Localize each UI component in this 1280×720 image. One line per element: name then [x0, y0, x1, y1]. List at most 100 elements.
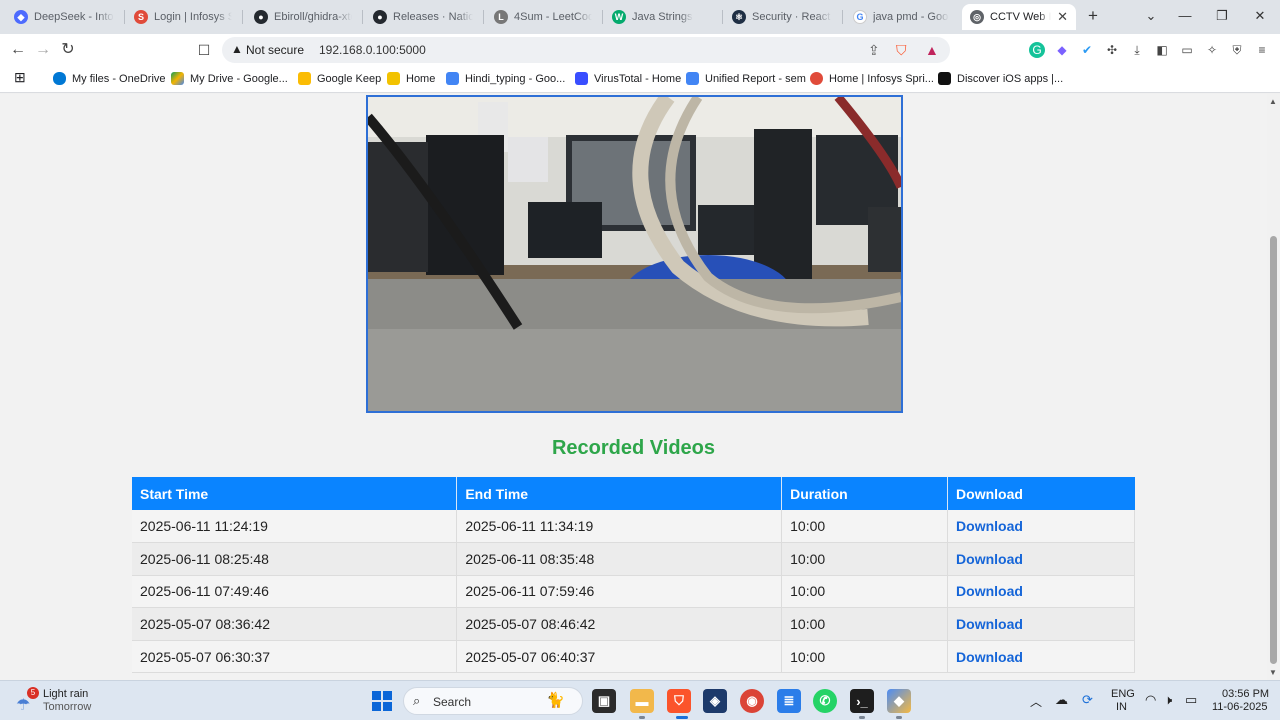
bookmark-icon[interactable]: ☐ [194, 40, 214, 60]
download-link[interactable]: Download [956, 518, 1023, 534]
tab-releases[interactable]: ● Releases · Nationa [365, 4, 481, 30]
docs-icon [686, 72, 699, 85]
task-view-icon[interactable]: ▣ [592, 689, 616, 713]
app-launcher-icon[interactable]: ◆ [887, 689, 911, 713]
download-link[interactable]: Download [956, 616, 1023, 632]
bookmark-infosys-home[interactable]: Home | Infosys Spri... [810, 72, 934, 85]
tab-java-pmd[interactable]: G java pmd - Googl [845, 4, 957, 30]
start-time-cell: 2025-06-11 11:24:19 [132, 510, 458, 544]
back-icon[interactable]: ← [8, 40, 28, 60]
language-line-2[interactable]: IN [1116, 701, 1127, 713]
clock-time[interactable]: 03:56 PM [1222, 688, 1269, 700]
camera-frame-image [368, 97, 901, 411]
wallet-icon[interactable]: ▭ [1179, 42, 1195, 58]
share-icon[interactable]: ⇪ [868, 42, 880, 59]
w3schools-icon: W [612, 10, 626, 24]
clock-date[interactable]: 11-06-2025 [1212, 701, 1267, 713]
page-scrollbar[interactable]: ▲ ▼ [1267, 94, 1280, 680]
umbrella-icon: ☂ [16, 697, 31, 714]
address-bar[interactable]: ▲ Not secure 192.168.0.100:5000 ⇪ ⛉ ▲ [222, 37, 950, 63]
tab-java-strings[interactable]: W Java Strings [604, 4, 720, 30]
tab-label: DeepSeek - Into t [34, 11, 114, 23]
terminal-icon[interactable]: ›_ [850, 689, 874, 713]
scroll-thumb[interactable] [1270, 236, 1277, 664]
download-icon[interactable]: ⤓ [1129, 42, 1145, 58]
duration-cell: 10:00 [781, 575, 949, 609]
start-time-cell: 2025-05-07 06:30:37 [132, 640, 458, 674]
weather-widget[interactable]: ☂ 5 Light rain Tomorrow [12, 687, 122, 715]
react-native-icon: ⚛ [732, 10, 746, 24]
start-button[interactable] [370, 689, 394, 713]
bookmark-google-keep[interactable]: Google Keep [298, 72, 381, 85]
leo-ai-icon[interactable]: ✧ [1204, 42, 1220, 58]
windows-logo-icon [372, 691, 392, 711]
language-line-1[interactable]: ENG [1111, 688, 1135, 700]
bookmark-virustotal[interactable]: VirusTotal - Home [575, 72, 681, 85]
sync-icon[interactable]: ⟳ [1082, 692, 1093, 708]
scroll-down-icon[interactable]: ▼ [1269, 668, 1277, 677]
tab-label: 4Sum - LeetCode [514, 11, 592, 23]
scroll-up-icon[interactable]: ▲ [1269, 97, 1277, 106]
download-link[interactable]: Download [956, 583, 1023, 599]
chrome-icon[interactable]: ◉ [740, 689, 764, 713]
forward-icon[interactable]: → [33, 40, 53, 60]
close-tab-icon[interactable]: ✕ [1057, 9, 1068, 25]
onedrive-icon [53, 72, 66, 85]
bookmark-google-drive[interactable]: My Drive - Google... [171, 72, 288, 85]
notepad-icon[interactable]: ≣ [777, 689, 801, 713]
extensions-icon[interactable]: ✣ [1104, 42, 1120, 58]
restore-button[interactable]: ❐ [1210, 6, 1234, 26]
extension-check-icon[interactable]: ✔ [1079, 42, 1095, 58]
bookmarks-bar: ⊞ My files - OneDrive My Drive - Google.… [0, 66, 1280, 93]
start-time-cell: 2025-06-11 08:25:48 [132, 542, 458, 576]
brave-browser-icon[interactable]: ⛉ [667, 689, 691, 713]
vpn-icon[interactable]: ⛨ [1229, 42, 1245, 58]
reload-icon[interactable]: ↻ [58, 40, 78, 60]
tab-leetcode[interactable]: L 4Sum - LeetCode [486, 4, 600, 30]
tab-search-button[interactable]: ⌄ [1139, 6, 1163, 26]
whatsapp-icon[interactable]: ✆ [813, 689, 837, 713]
apps-grid-icon[interactable]: ⊞ [14, 69, 26, 86]
brave-rewards-icon[interactable]: ▲ [925, 42, 939, 58]
security-label[interactable]: Not secure [246, 43, 304, 57]
bookmark-hindi-typing[interactable]: Hindi_typing - Goo... [446, 72, 565, 85]
extension-ai-icon[interactable]: ◆ [1054, 42, 1070, 58]
taskbar-search[interactable]: ⌕ Search 🐈 [403, 687, 583, 715]
tab-infosys-login[interactable]: S Login | Infosys Sp [126, 4, 240, 30]
tab-cctv[interactable]: ◎ CCTV Web In ✕ [962, 4, 1076, 30]
page-viewport: Recorded Videos Start Time End Time Dura… [0, 94, 1267, 680]
bookmark-unified-report[interactable]: Unified Report - sem [686, 72, 806, 85]
onedrive-tray-icon[interactable]: ☁ [1055, 692, 1068, 708]
end-time-cell: 2025-06-11 07:59:46 [456, 575, 783, 609]
minimize-button[interactable]: — [1173, 6, 1197, 26]
bookmark-label: My Drive - Google... [190, 72, 288, 85]
close-window-button[interactable]: ✕ [1248, 6, 1272, 26]
download-link[interactable]: Download [956, 551, 1023, 567]
chevron-up-icon[interactable]: ︿ [1030, 693, 1042, 710]
tab-label: Java Strings [632, 11, 693, 23]
sidebar-icon[interactable]: ◧ [1154, 42, 1170, 58]
new-tab-button[interactable]: + [1083, 6, 1103, 26]
file-explorer-icon[interactable]: ▬ [630, 689, 654, 713]
menu-icon[interactable]: ≡ [1254, 42, 1270, 58]
tab-react-native[interactable]: ⚛ Security · React N [724, 4, 840, 30]
brave-shield-icon[interactable]: ⛉ [896, 42, 907, 59]
bookmark-ios-apps[interactable]: Discover iOS apps |... [938, 72, 1063, 85]
download-link[interactable]: Download [956, 649, 1023, 665]
tab-deepseek[interactable]: ◆ DeepSeek - Into t [6, 4, 122, 30]
wifi-icon[interactable]: ◠ [1145, 692, 1156, 708]
url-text[interactable]: 192.168.0.100:5000 [319, 43, 426, 57]
bookmark-home[interactable]: Home [387, 72, 435, 85]
battery-icon[interactable]: ▭ [1185, 692, 1197, 708]
tab-label: java pmd - Googl [873, 11, 949, 23]
volume-icon[interactable]: 🕨 [1164, 692, 1172, 708]
column-header-duration: Duration [781, 477, 949, 510]
end-time-cell: 2025-06-11 08:35:48 [456, 542, 783, 576]
tab-ghidra[interactable]: ● Ebiroll/ghidra-xte [246, 4, 360, 30]
table-row: 2025-06-11 08:25:48 2025-06-11 08:35:48 … [132, 542, 1135, 576]
bookmark-label: My files - OneDrive [72, 72, 166, 85]
grammarly-icon[interactable]: G [1029, 42, 1045, 58]
bookmark-onedrive[interactable]: My files - OneDrive [53, 72, 166, 85]
virtualbox-icon[interactable]: ◈ [703, 689, 727, 713]
browser-toolbar: ← → ↻ ☐ ▲ Not secure 192.168.0.100:5000 … [0, 34, 1280, 66]
